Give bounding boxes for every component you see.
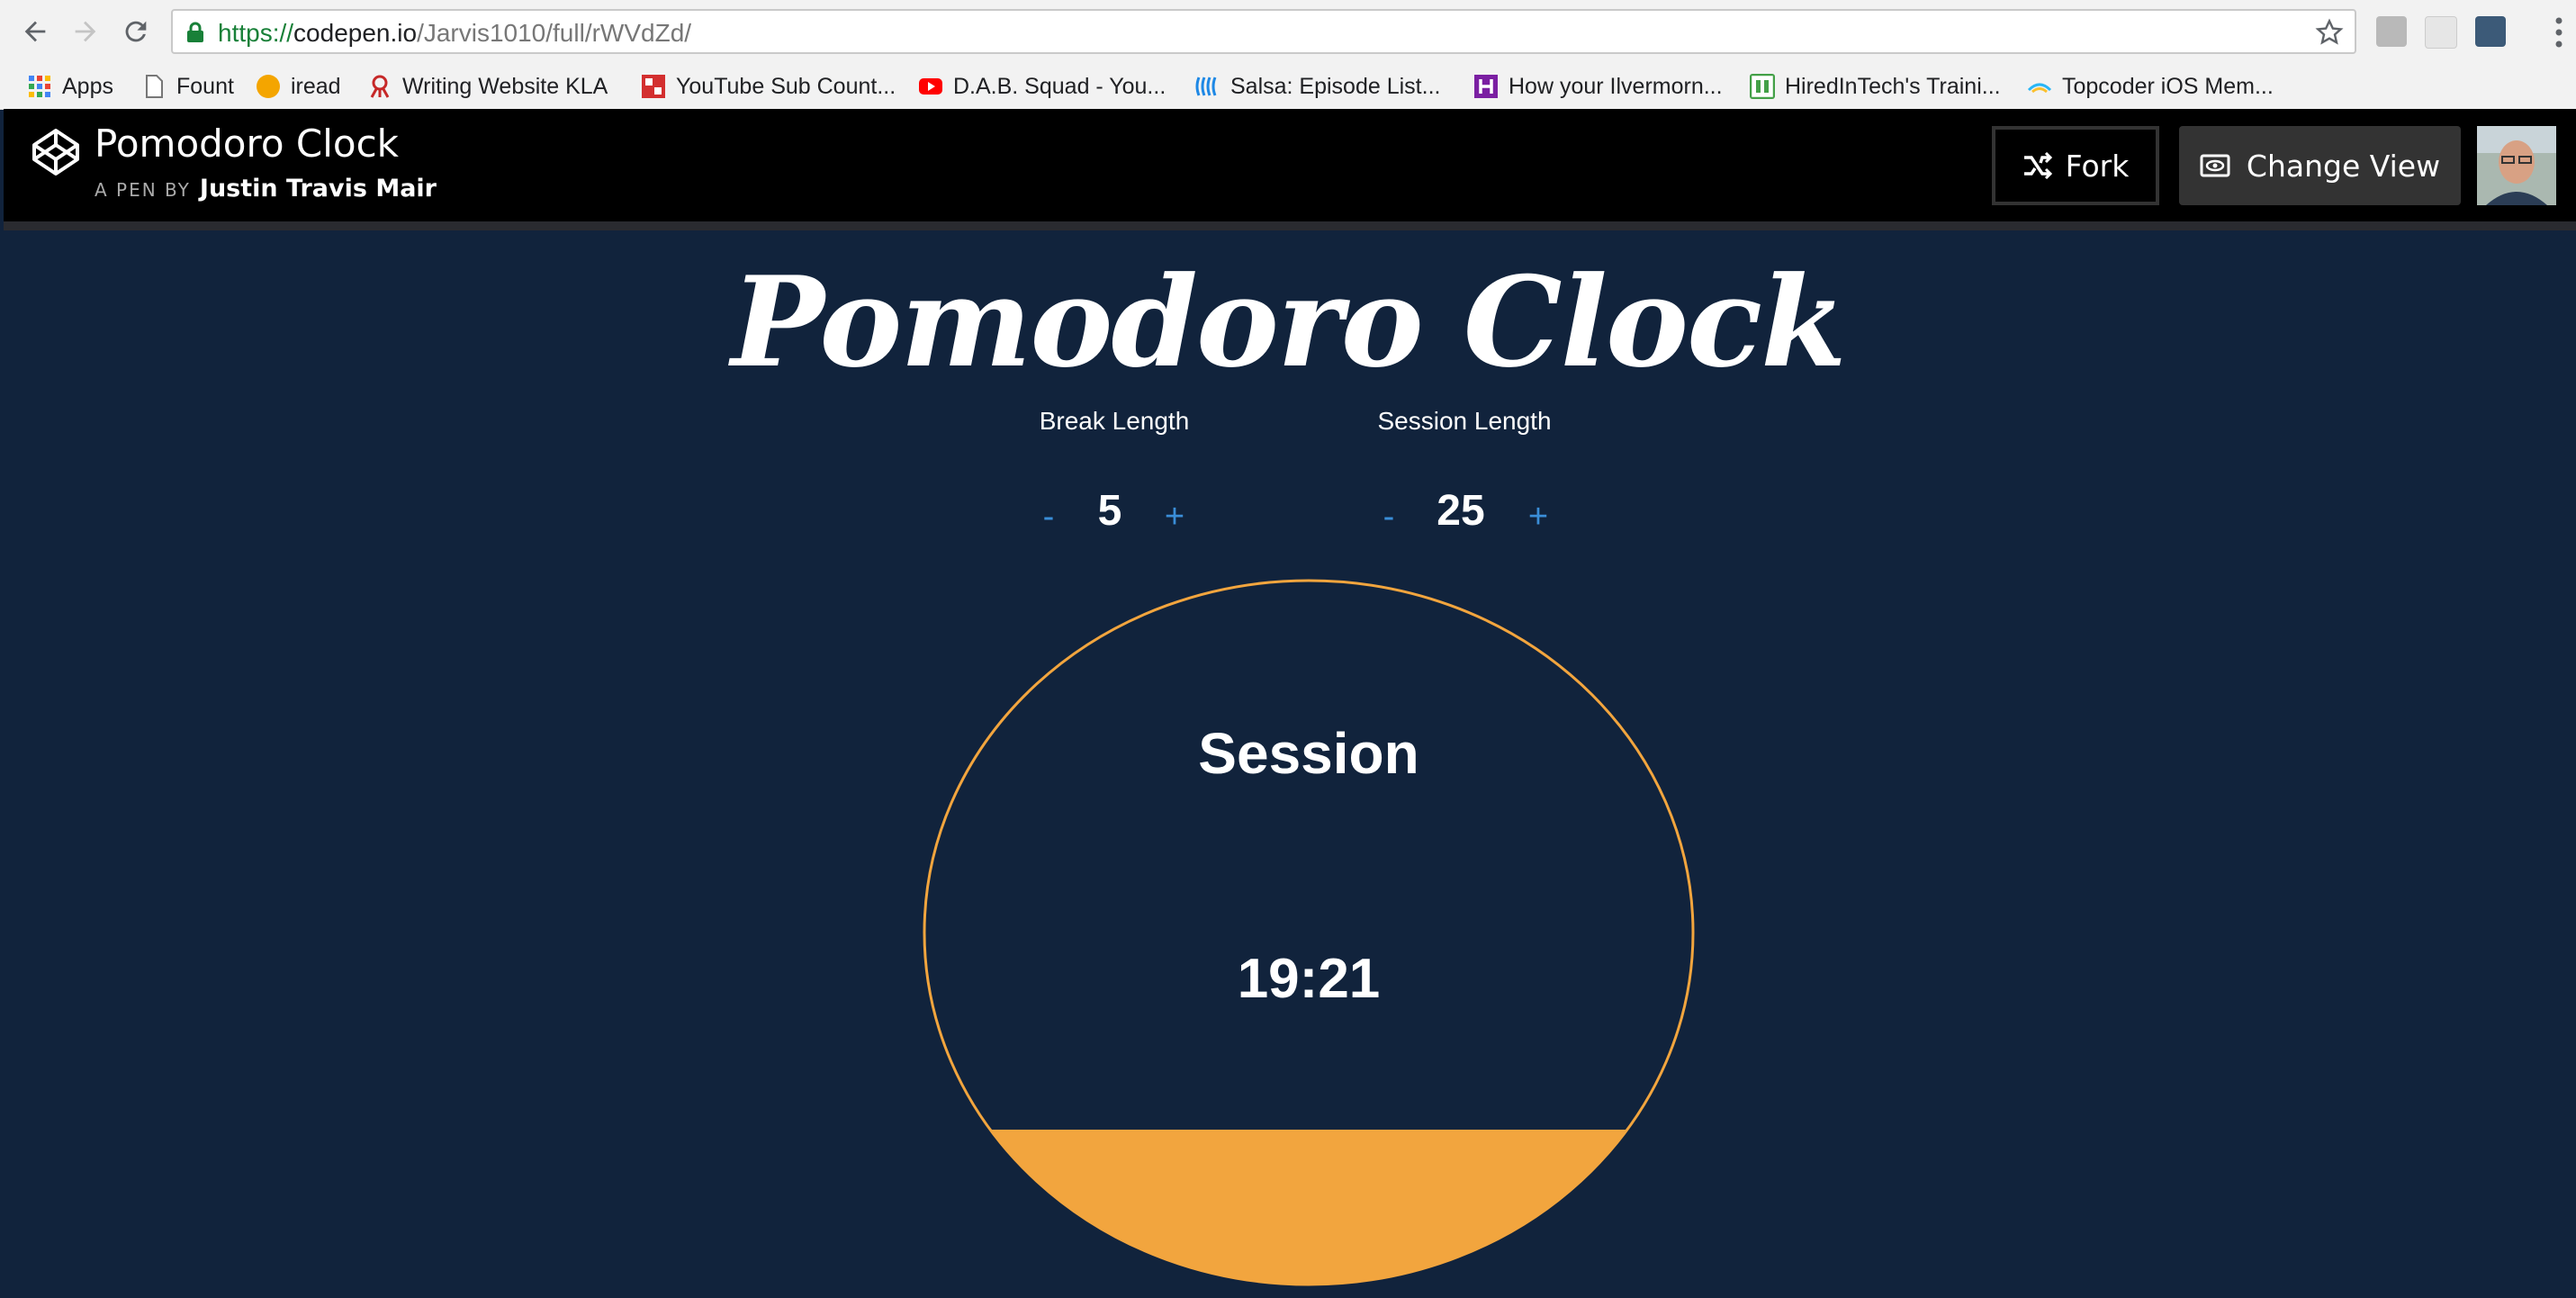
bookmark-youtube-sub-count[interactable]: YouTube Sub Count...	[641, 64, 896, 109]
bookmark-label: Writing Website KLA	[402, 73, 608, 99]
bookmark-fount[interactable]: Fount	[141, 64, 234, 109]
break-increment-button[interactable]: +	[1165, 495, 1184, 538]
pen-byline: A PEN BY Justin Travis Mair	[95, 175, 437, 203]
address-bar[interactable]: https://codepen.io/Jarvis1010/full/rWVdZ…	[171, 9, 2356, 54]
bookmarks-bar: Apps Fount iread Writing Website KLA You…	[0, 64, 2576, 110]
lock-icon	[187, 22, 203, 42]
ytsc-icon	[642, 75, 665, 98]
octopus-icon	[370, 75, 390, 98]
bookmark-label: iread	[291, 73, 341, 99]
extension-page-icon[interactable]	[2425, 16, 2457, 49]
codepen-logo-icon[interactable]	[31, 127, 81, 177]
session-increment-button[interactable]: +	[1528, 495, 1548, 538]
timer-progress-fill	[924, 1129, 1693, 1284]
eye-icon	[2200, 154, 2230, 177]
url-host: codepen.io	[293, 19, 418, 47]
break-length-value: 5	[1097, 487, 1122, 535]
author-link[interactable]: Justin Travis Mair	[200, 175, 437, 203]
back-arrow-icon	[24, 21, 46, 42]
circle-icon	[257, 75, 280, 98]
topcoder-icon	[2027, 83, 2052, 94]
browser-toolbar: https://codepen.io/Jarvis1010/full/rWVdZ…	[0, 0, 2576, 64]
change-view-button[interactable]: Change View	[2179, 126, 2461, 205]
user-avatar[interactable]	[2477, 126, 2556, 205]
url-text: https://codepen.io/Jarvis1010/full/rWVdZ…	[218, 19, 691, 48]
bookmark-label: HiredInTech's Traini...	[1785, 73, 2001, 99]
bookmark-iread[interactable]: iread	[256, 64, 341, 109]
header-divider	[4, 221, 2576, 230]
bookmark-label: Fount	[176, 73, 234, 99]
apps-grid-icon	[29, 76, 50, 97]
h-icon	[1474, 75, 1498, 98]
break-decrement-button[interactable]: -	[1043, 495, 1055, 538]
timer-mode-label: Session	[1198, 721, 1419, 786]
app-title: Pomodoro Clock	[731, 248, 1846, 395]
timer-clock[interactable]: Session 19:21	[922, 578, 1696, 1287]
bookmark-label: YouTube Sub Count...	[676, 73, 896, 99]
session-decrement-button[interactable]: -	[1383, 495, 1395, 538]
pen-title[interactable]: Pomodoro Clock	[95, 122, 399, 166]
hiredintech-icon	[1750, 74, 1775, 99]
page-icon	[146, 75, 163, 98]
bookmark-label: Topcoder iOS Mem...	[2062, 73, 2274, 99]
bookmark-writing-website[interactable]: Writing Website KLA	[367, 64, 608, 109]
browser-menu-icon[interactable]	[2554, 16, 2563, 49]
bookmark-label: Apps	[62, 73, 113, 99]
url-path: /Jarvis1010/full/rWVdZd/	[417, 19, 692, 47]
bookmark-label: How your Ilvermorn...	[1509, 73, 1723, 99]
reload-button[interactable]	[117, 13, 155, 50]
break-length-label: Break Length	[1039, 407, 1190, 435]
youtube-icon	[919, 78, 942, 95]
url-scheme: https://	[218, 19, 294, 47]
forward-button[interactable]	[67, 13, 104, 50]
fork-label: Fork	[2065, 148, 2130, 184]
bookmark-apps[interactable]: Apps	[27, 64, 113, 109]
bookmark-label: Salsa: Episode List...	[1230, 73, 1441, 99]
back-button[interactable]	[16, 13, 54, 50]
change-view-label: Change View	[2246, 148, 2441, 184]
session-length-label: Session Length	[1377, 407, 1552, 435]
salsa-icon	[1195, 77, 1217, 96]
bookmark-star-icon[interactable]	[2315, 18, 2344, 47]
fork-icon	[2023, 152, 2052, 179]
extension-tb-icon[interactable]	[2376, 16, 2407, 47]
a-pen-by-label: A PEN BY	[95, 179, 191, 201]
bookmark-topcoder[interactable]: Topcoder iOS Mem...	[2027, 64, 2274, 109]
bookmark-ilvermorny[interactable]: How your Ilvermorn...	[1473, 64, 1723, 109]
bookmark-hiredintech[interactable]: HiredInTech's Traini...	[1750, 64, 2001, 109]
bookmark-label: D.A.B. Squad - You...	[953, 73, 1166, 99]
bookmark-dab-squad[interactable]: D.A.B. Squad - You...	[918, 64, 1166, 109]
timer-time: 19:21	[1237, 948, 1381, 1010]
forward-arrow-icon	[75, 21, 96, 42]
timer-circle	[923, 579, 1695, 1286]
bookmark-salsa[interactable]: Salsa: Episode List...	[1195, 64, 1440, 109]
extension-u-icon[interactable]	[2475, 16, 2506, 47]
reload-icon	[125, 21, 147, 42]
fork-button[interactable]: Fork	[1992, 126, 2159, 205]
avatar-photo-icon	[2477, 126, 2556, 205]
session-length-value: 25	[1437, 487, 1485, 535]
